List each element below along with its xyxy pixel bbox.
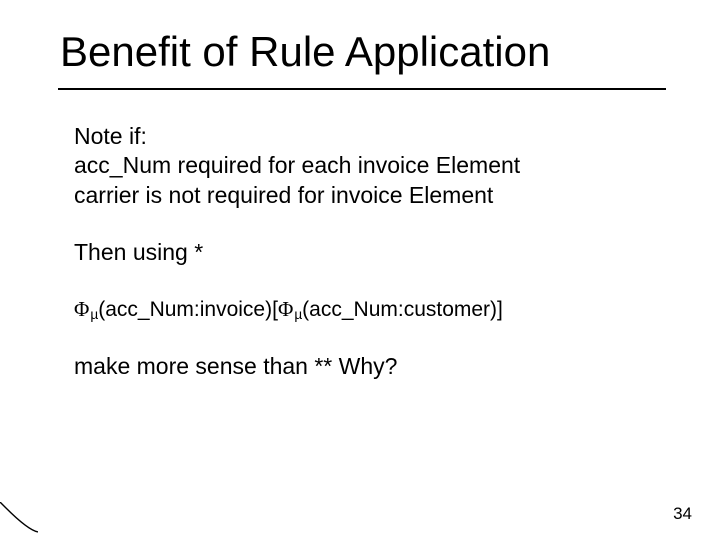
slide: Benefit of Rule Application Note if: acc… [0, 0, 720, 540]
phi-symbol-2: Φ [278, 297, 293, 321]
phi-symbol-1: Φ [74, 297, 89, 321]
conclusion-line: make more sense than ** Why? [74, 352, 674, 381]
page-number: 34 [673, 504, 692, 524]
title-underline [58, 88, 666, 90]
formula-part-2: (acc_Num:customer)] [302, 298, 503, 321]
formula-part-1: (acc_Num:invoice)[ [98, 298, 278, 321]
then-line: Then using * [74, 238, 674, 267]
slide-title: Benefit of Rule Application [60, 28, 550, 76]
slide-body: Note if: acc_Num required for each invoi… [74, 122, 674, 381]
note-block: Note if: acc_Num required for each invoi… [74, 122, 674, 210]
corner-notch-icon [0, 502, 38, 540]
note-label: Note if: [74, 122, 674, 151]
mu-subscript-2: µ [294, 307, 302, 322]
note-line-1: acc_Num required for each invoice Elemen… [74, 151, 674, 180]
note-line-2: carrier is not required for invoice Elem… [74, 181, 674, 210]
formula-line: Φµ(acc_Num:invoice)[Φµ(acc_Num:customer)… [74, 296, 674, 324]
